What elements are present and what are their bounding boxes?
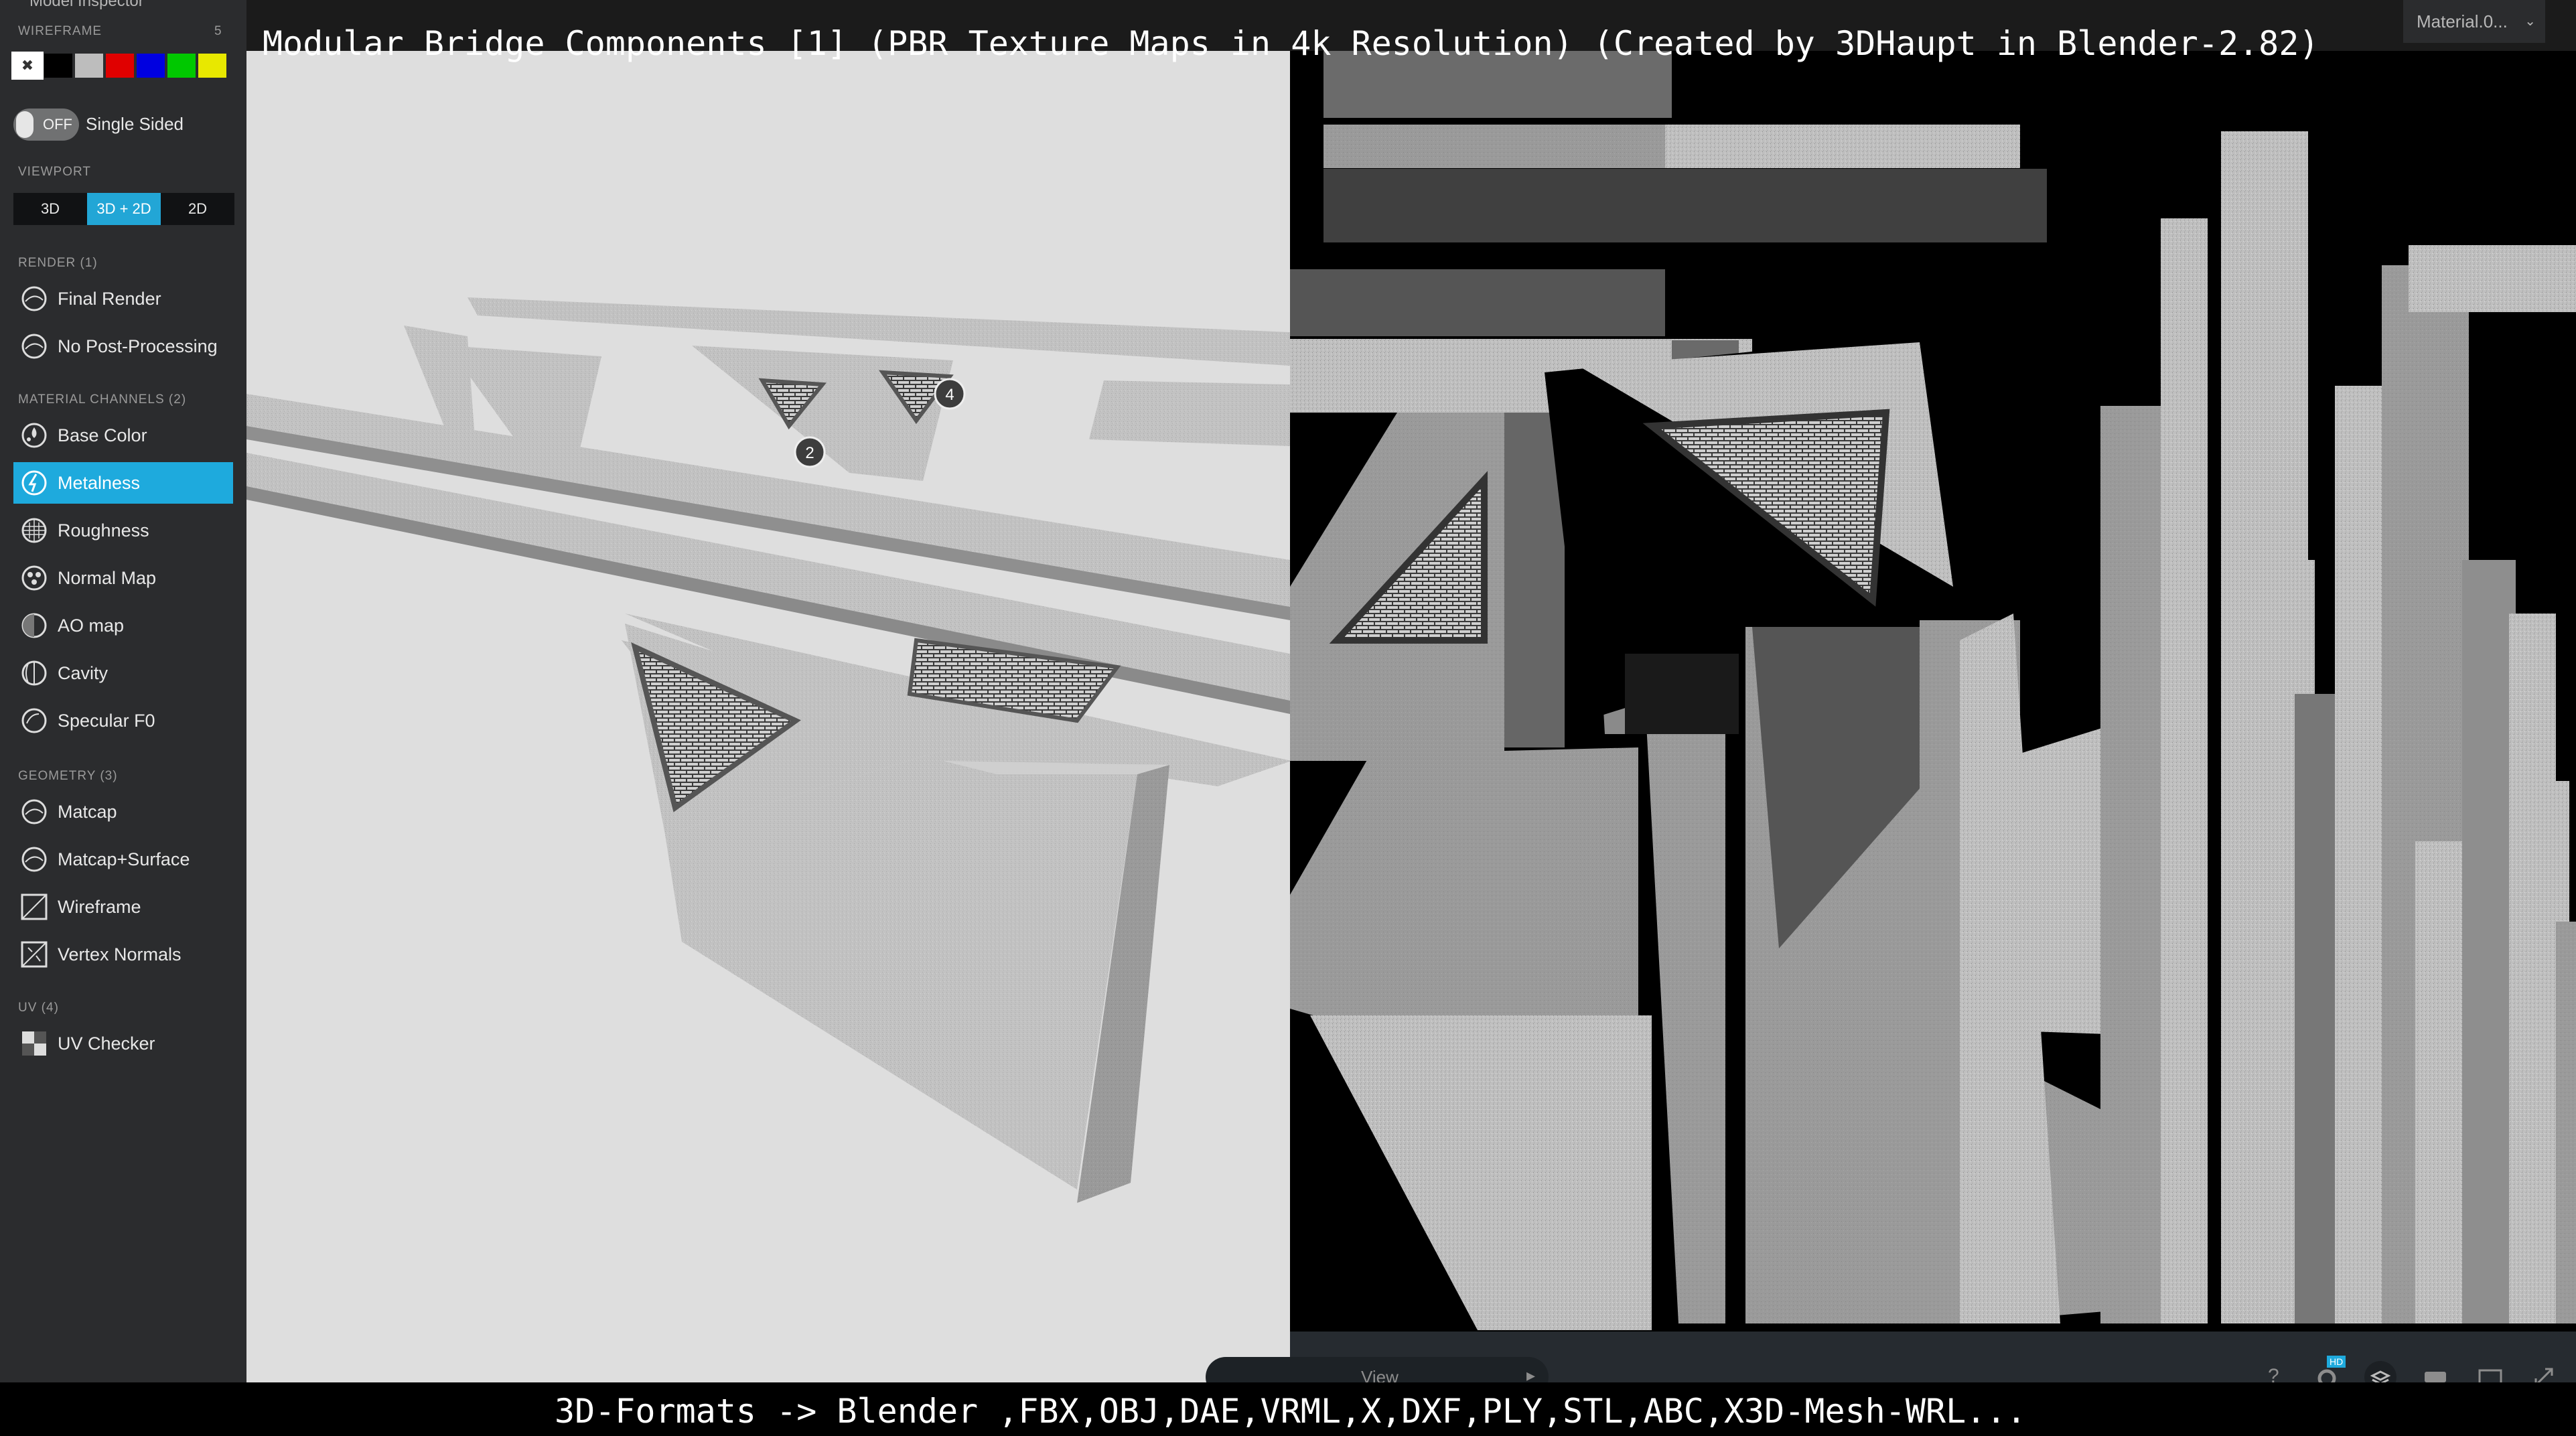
wireframe-color-swatch[interactable] [106,54,134,78]
wireframe-color-swatch[interactable] [44,54,72,78]
uv-section-label: UV (4) [18,1001,59,1015]
item-label: Matcap+Surface [58,849,190,869]
cavity-sphere-icon [21,660,47,686]
item-label: Vertex Normals [58,944,182,964]
channel-specular-f0[interactable]: Specular F0 [13,700,233,741]
color-drops-icon [21,423,47,448]
item-label: Wireframe [58,897,141,917]
geometry-matcap-surface[interactable]: Matcap+Surface [13,839,233,880]
inspector-title: Model Inspector [29,0,144,10]
checker-icon [22,1031,46,1056]
channel-cavity[interactable]: Cavity [13,652,233,694]
toggle-state: OFF [43,116,72,133]
channel-metalness[interactable]: Metalness [13,462,233,504]
render-no-post-processing[interactable]: No Post-Processing [13,326,233,367]
wireframe-section-label: WIREFRAME [18,24,102,38]
item-label: Base Color [58,425,147,445]
render-final-render[interactable]: Final Render [13,278,233,319]
toggle-knob [16,111,33,138]
item-label: Final Render [58,289,161,309]
channel-normal-map[interactable]: Normal Map [13,557,233,599]
matcap-sphere-icon [21,799,47,824]
channel-roughness[interactable]: Roughness [13,510,233,551]
model-title: Modular Bridge Components [1] (PBR Textu… [263,24,2319,63]
matcap-surface-icon [21,847,47,872]
channel-base-color[interactable]: Base Color [13,415,233,456]
sphere-icon [21,334,47,359]
geometry-section-label: GEOMETRY (3) [18,769,118,783]
wireframe-color-swatch[interactable] [198,54,226,78]
single-sided-label: Single Sided [86,114,184,134]
geometry-vertex-normals[interactable]: Vertex Normals [13,934,233,975]
chevron-down-icon: ⌄ [2524,14,2536,29]
item-label: Metalness [58,473,141,493]
formats-caption: 3D-Formats -> Blender ,FBX,OBJ,DAE,VRML,… [555,1392,2027,1431]
wireframe-color-swatch[interactable] [137,54,165,78]
uv-texture-view[interactable] [1290,51,2576,1332]
item-label: Specular F0 [58,711,155,731]
viewport-3d-2d-button[interactable]: 3D + 2D [87,193,161,225]
viewport-section-label: VIEWPORT [18,165,91,179]
wireframe-color-swatch[interactable] [167,54,196,78]
channel-ao-map[interactable]: AO map [13,605,233,646]
item-label: AO map [58,616,125,636]
render-section-label: RENDER (1) [18,256,98,270]
uv-checker[interactable]: UV Checker [13,1023,233,1064]
specular-sphere-icon [21,708,47,733]
item-label: Normal Map [58,568,157,588]
annotation-hotspot-2: 2 [805,444,814,462]
geometry-wireframe[interactable]: Wireframe [13,886,233,928]
wireframe-count: 5 [214,24,222,38]
ao-sphere-icon [21,613,47,638]
model-inspector-panel: Model Inspector WIREFRAME 5 ✖ OFF Single… [0,0,246,1382]
wireframe-color-swatch[interactable] [75,54,103,78]
item-label: Matcap [58,802,117,822]
viewport-2d-button[interactable]: 2D [161,193,234,225]
3d-viewport[interactable]: 2 4 [246,51,1290,1382]
metalness-texture-map [1290,51,2576,1332]
material-dropdown-value: Material.0... [2417,11,2508,31]
hd-badge: HD [2327,1356,2346,1368]
material-dropdown[interactable]: Material.0... ⌄ [2403,0,2545,43]
single-sided-toggle[interactable]: OFF [13,109,79,141]
annotation-hotspot-4: 4 [945,386,954,404]
geometry-matcap[interactable]: Matcap [13,791,233,833]
item-label: Roughness [58,520,149,541]
item-label: No Post-Processing [58,336,218,356]
metal-sphere-icon [21,470,47,496]
wireframe-icon [21,893,48,920]
bridge-model-render: 2 4 [246,51,1290,1382]
rough-sphere-icon [21,518,47,543]
item-label: UV Checker [58,1033,155,1054]
wireframe-color-swatch[interactable]: ✖ [11,52,44,80]
vertex-normals-icon [21,941,48,968]
sphere-icon [21,286,47,311]
material-channels-section-label: MATERIAL CHANNELS (2) [18,392,187,407]
item-label: Cavity [58,663,109,683]
viewport-3d-button[interactable]: 3D [13,193,87,225]
normal-sphere-icon [21,565,47,591]
